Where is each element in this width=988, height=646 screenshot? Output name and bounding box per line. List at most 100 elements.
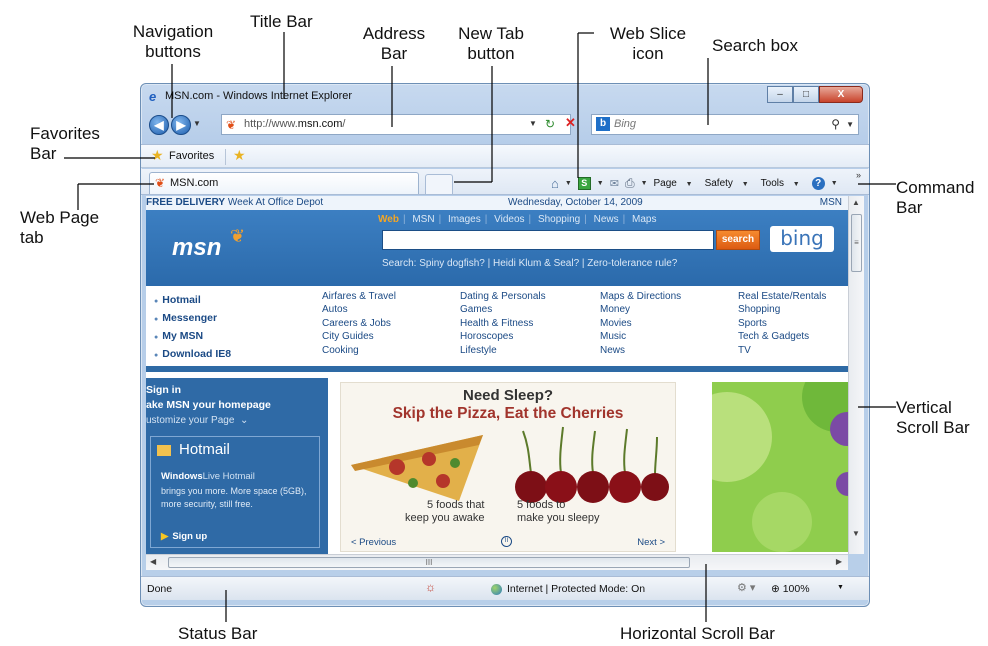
refresh-icon[interactable]: ↻: [545, 117, 555, 131]
help-icon[interactable]: ?: [811, 176, 825, 190]
channel-link[interactable]: Careers & Jobs: [322, 317, 396, 330]
promo-link[interactable]: FREE DELIVERY Week At Office Depot: [146, 196, 323, 210]
channel-link[interactable]: Health & Fitness: [460, 317, 546, 330]
trending-searches[interactable]: Search: Spiny dogfish? | Heidi Klum & Se…: [382, 258, 677, 269]
home-icon[interactable]: ⌂: [551, 176, 559, 191]
channel-link[interactable]: Money: [600, 303, 681, 316]
link-column: Dating & Personals Games Health & Fitnes…: [460, 290, 546, 357]
channel-link[interactable]: Shopping: [738, 303, 826, 316]
search-tab-news[interactable]: News: [594, 214, 619, 225]
channel-link[interactable]: Autos: [322, 303, 396, 316]
address-prefix: http://www.: [244, 118, 298, 130]
help-dropdown-icon[interactable]: ▼: [831, 180, 838, 187]
hotmail-heading[interactable]: Hotmail: [157, 441, 230, 458]
feeds-dropdown-icon[interactable]: ▼: [597, 180, 604, 187]
channel-link[interactable]: Music: [600, 330, 681, 343]
security-settings-icon[interactable]: ⚙ ▾: [737, 581, 755, 594]
new-tab-button[interactable]: [425, 174, 453, 194]
search-tab-videos[interactable]: Videos: [494, 214, 524, 225]
channel-link[interactable]: Lifestyle: [460, 344, 546, 357]
search-icon[interactable]: ⚲: [831, 115, 840, 134]
close-button[interactable]: X: [819, 86, 863, 103]
search-tab-maps[interactable]: Maps: [632, 214, 656, 225]
customize-page-link[interactable]: ustomize your Page ⌄: [146, 415, 248, 426]
safety-menu[interactable]: Safety ▼: [705, 178, 755, 189]
ad-next-link[interactable]: Next >: [637, 537, 665, 548]
print-dropdown-icon[interactable]: ▼: [641, 180, 648, 187]
search-tab-msn[interactable]: MSN: [412, 214, 434, 225]
search-tab-images[interactable]: Images: [448, 214, 481, 225]
vertical-scroll-bar[interactable]: ▲ ≡ ▼: [848, 196, 864, 554]
channel-link[interactable]: Movies: [600, 317, 681, 330]
privacy-report-icon[interactable]: ☼: [425, 580, 436, 594]
search-box[interactable]: b Bing ⚲ ▼: [591, 114, 859, 135]
callout-favorites-bar: Favorites Bar: [30, 124, 100, 163]
more-commands-chevron-icon[interactable]: »: [856, 170, 861, 180]
web-page-tab[interactable]: ❦ MSN.com: [149, 172, 419, 194]
web-slice-icon[interactable]: S: [577, 176, 591, 190]
lower-content: Sign in ake MSN your homepage ustomize y…: [146, 378, 848, 554]
channel-link[interactable]: City Guides: [322, 330, 396, 343]
search-tab-web[interactable]: Web: [378, 214, 399, 225]
stop-icon[interactable]: ✕: [565, 115, 576, 131]
channel-link[interactable]: Tech & Gadgets: [738, 330, 826, 343]
tools-menu[interactable]: Tools ▼: [761, 178, 806, 189]
callout-search-box: Search box: [712, 36, 798, 55]
hotmail-sign-up-link[interactable]: ▶ Sign up: [161, 531, 207, 542]
zoom-dropdown-icon[interactable]: ▼: [837, 584, 844, 591]
channel-link[interactable]: Airfares & Travel: [322, 290, 396, 303]
home-dropdown-icon[interactable]: ▼: [565, 180, 572, 187]
channel-link[interactable]: Horoscopes: [460, 330, 546, 343]
promo-strip: FREE DELIVERY Week At Office Depot Wedne…: [146, 196, 848, 210]
bing-logo[interactable]: bing: [770, 226, 834, 252]
search-tab-shopping[interactable]: Shopping: [538, 214, 580, 225]
scroll-up-arrow-icon[interactable]: ▲: [852, 198, 860, 207]
add-to-favorites-bar-icon[interactable]: ★: [233, 147, 246, 164]
maximize-button[interactable]: □: [793, 86, 819, 103]
msn-search-input[interactable]: [382, 230, 714, 250]
channel-link[interactable]: Maps & Directions: [600, 290, 681, 303]
search-options-dropdown-icon[interactable]: ▼: [846, 115, 854, 134]
zoom-level[interactable]: ⊕ 100%: [771, 583, 810, 595]
channel-link[interactable]: Sports: [738, 317, 826, 330]
favorites-button[interactable]: Favorites: [169, 150, 214, 162]
link-column: Airfares & Travel Autos Careers & Jobs C…: [322, 290, 396, 357]
address-bar[interactable]: ❦ http://www.msn.com/: [221, 114, 571, 135]
page-menu[interactable]: Page ▼: [654, 178, 699, 189]
ad-pause-icon[interactable]: II: [501, 536, 512, 547]
msn-search-button[interactable]: search: [716, 230, 760, 250]
favorites-star-icon[interactable]: ★: [151, 147, 164, 164]
green-promo-image[interactable]: [712, 382, 848, 552]
ad-previous-link[interactable]: < Previous: [351, 537, 396, 548]
minimize-button[interactable]: –: [767, 86, 793, 103]
sleep-ad[interactable]: Need Sleep? Skip the Pizza, Eat the Cher…: [340, 382, 676, 552]
scroll-right-arrow-icon[interactable]: ▶: [836, 557, 842, 566]
vertical-scroll-thumb[interactable]: ≡: [851, 214, 862, 272]
channel-link[interactable]: News: [600, 344, 681, 357]
quick-link-download-ie8[interactable]: ● Download IE8: [154, 346, 231, 364]
read-mail-icon[interactable]: ✉: [610, 177, 619, 190]
msn-link[interactable]: MSN: [820, 196, 842, 210]
print-icon[interactable]: ⎙: [625, 176, 635, 191]
quick-link-messenger[interactable]: ● Messenger: [154, 310, 231, 328]
quick-link-hotmail[interactable]: ● Hotmail: [154, 292, 231, 310]
back-button[interactable]: ◀: [149, 115, 169, 135]
quick-link-my-msn[interactable]: ● My MSN: [154, 328, 231, 346]
scroll-down-arrow-icon[interactable]: ▼: [852, 529, 860, 538]
forward-button[interactable]: ▶: [171, 115, 191, 135]
channel-link[interactable]: Real Estate/Rentals: [738, 290, 826, 303]
channel-link[interactable]: Games: [460, 303, 546, 316]
sign-in-link[interactable]: Sign in: [146, 384, 181, 396]
horizontal-scroll-thumb[interactable]: III: [168, 557, 690, 568]
address-dropdown-icon[interactable]: ▼: [529, 119, 537, 128]
scroll-left-arrow-icon[interactable]: ◀: [150, 557, 156, 566]
windows-live-hotmail-brand: WindowsLive Hotmail: [161, 471, 255, 482]
recent-pages-dropdown-icon[interactable]: ▼: [193, 119, 201, 128]
security-zone[interactable]: Internet | Protected Mode: On: [491, 583, 645, 595]
msn-logo[interactable]: msn: [172, 234, 221, 262]
make-homepage-link[interactable]: ake MSN your homepage: [146, 399, 271, 411]
channel-link[interactable]: Dating & Personals: [460, 290, 546, 303]
channel-link[interactable]: Cooking: [322, 344, 396, 357]
horizontal-scroll-bar[interactable]: ◀ III ▶: [146, 554, 848, 570]
channel-link[interactable]: TV: [738, 344, 826, 357]
